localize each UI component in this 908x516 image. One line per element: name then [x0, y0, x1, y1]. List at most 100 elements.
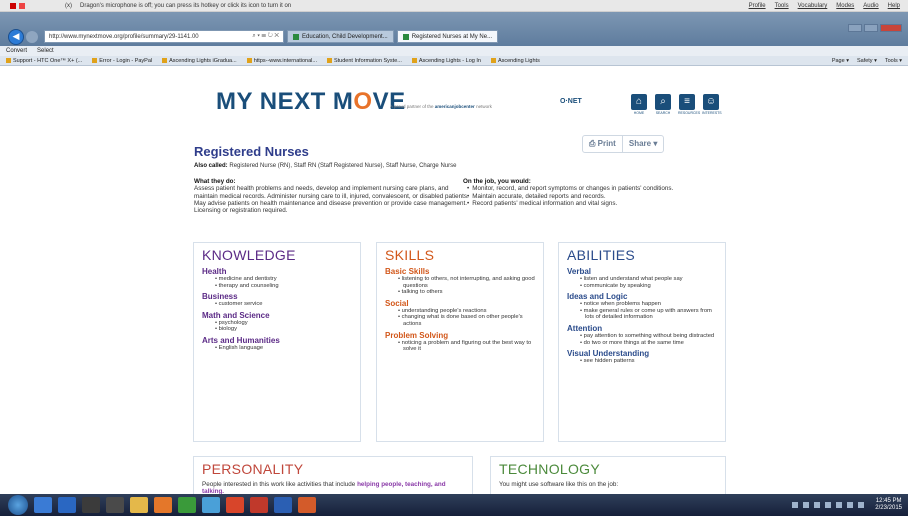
forward-button[interactable] [26, 30, 38, 43]
nav-resources[interactable]: ≡ RESOURCES [678, 94, 700, 115]
list-item: talking to others [397, 289, 535, 296]
volume-icon[interactable] [858, 502, 865, 508]
dragon-close[interactable]: (x) [65, 3, 72, 9]
dragon-menu-help[interactable]: Help [888, 3, 900, 9]
abilities-section-list: listen and understand what people saycom… [567, 276, 717, 289]
abilities-section-list: see hidden patterns [567, 358, 717, 365]
personality-text: People interested in this work like acti… [202, 481, 446, 494]
logo-arrow-o: O [353, 88, 373, 115]
start-button[interactable] [8, 495, 28, 515]
nav-search[interactable]: ⌕ SEARCH [654, 94, 672, 115]
skills-section-list: understanding people's reactionschanging… [385, 308, 535, 328]
personality-card: PERSONALITY People interested in this wo… [193, 456, 473, 494]
page-title: Registered Nurses [194, 144, 309, 159]
safety-menu[interactable]: Safety ▾ [857, 58, 877, 64]
tray-icon[interactable] [792, 502, 799, 508]
abilities-section-link[interactable]: Visual Understanding [567, 349, 717, 358]
nav-row: ◀ http://www.mynextmove.org/profile/summ… [0, 28, 908, 45]
dragon-menu-profile[interactable]: Profile [749, 3, 766, 9]
knowledge-heading: KNOWLEDGE [202, 247, 296, 263]
dragon-icon[interactable] [10, 2, 16, 9]
knowledge-card: KNOWLEDGE Healthmedicine and dentistryth… [193, 242, 361, 442]
acrobat-icon[interactable] [250, 497, 268, 513]
abilities-section-link[interactable]: Ideas and Logic [567, 292, 717, 301]
favorite-link[interactable]: Error - Login - PayPal [92, 58, 152, 64]
media-icon[interactable] [82, 497, 100, 513]
onet-logo[interactable]: O·NET [560, 98, 582, 105]
folder-icon[interactable] [130, 497, 148, 513]
skills-section-list: noticing a problem and figuring out the … [385, 340, 535, 353]
skills-section-link[interactable]: Social [385, 299, 535, 308]
dragon-menu-audio[interactable]: Audio [863, 3, 878, 9]
share-button[interactable]: Share ▾ [621, 136, 663, 152]
partner-note: A proud partner of the americanjobcenter… [390, 104, 492, 109]
favorite-link[interactable]: Ascending Lights - Log In [412, 58, 481, 64]
knowledge-section-link[interactable]: Math and Science [202, 311, 352, 320]
knowledge-section-link[interactable]: Health [202, 267, 352, 276]
tray-icon[interactable] [825, 502, 832, 508]
tray-icon[interactable] [814, 502, 821, 508]
tools-menu[interactable]: Tools ▾ [885, 58, 902, 64]
knowledge-section-link[interactable]: Arts and Humanities [202, 336, 352, 345]
knowledge-section-list: English language [202, 345, 352, 352]
what-they-do: What they do: Assess patient health prob… [194, 178, 469, 215]
address-bar[interactable]: http://www.mynextmove.org/profile/summar… [44, 30, 284, 43]
skills-section-list: listening to others, not interrupting, a… [385, 276, 535, 296]
abilities-section-link[interactable]: Attention [567, 324, 717, 333]
clock[interactable]: 12:45 PM 2/23/2015 [875, 498, 902, 512]
favorite-link[interactable]: Student Information Syste... [327, 58, 402, 64]
dragon-mic-icon[interactable] [19, 2, 25, 9]
outlook-icon[interactable] [34, 497, 52, 513]
address-controls[interactable]: ⌕ ▾ ☰ ↻ ✕ [252, 33, 283, 40]
favorite-link[interactable]: Support - HTC One™ X+ (... [6, 58, 82, 64]
list-item: do two or more things at the same time [579, 340, 717, 347]
nav-home[interactable]: ⌂ HOME [630, 94, 648, 115]
dragon-menu-vocabulary[interactable]: Vocabulary [798, 3, 828, 9]
site-logo[interactable]: MY NEXT MOVE [216, 88, 406, 116]
word-icon[interactable] [274, 497, 292, 513]
favorite-link[interactable]: https--www.international... [247, 58, 317, 64]
also-called: Also called: Registered Nurse (RN), Staf… [194, 163, 457, 169]
skills-heading: SKILLS [385, 247, 435, 263]
search-icon: ⌕ [655, 94, 671, 110]
list-item: medicine and dentistry [214, 276, 352, 283]
favorite-link[interactable]: Ascending Lights iGradua... [162, 58, 237, 64]
tray-icon[interactable] [803, 502, 810, 508]
favorite-link[interactable]: Ascending Lights [491, 58, 540, 64]
back-button[interactable]: ◀ [8, 28, 24, 45]
list-item: see hidden patterns [579, 358, 717, 365]
tab-label: Registered Nurses at My Ne... [411, 33, 493, 40]
nav-interests[interactable]: ☺ INTERESTS [702, 94, 722, 115]
tab-registered-nurses[interactable]: Registered Nurses at My Ne... [396, 30, 499, 43]
browser-chrome: ◀ http://www.mynextmove.org/profile/summ… [0, 12, 908, 66]
dragon-message: Dragon's microphone is off; you can pres… [80, 2, 292, 9]
page-menu[interactable]: Page ▾ [832, 58, 849, 64]
list-item: noticing a problem and figuring out the … [397, 340, 535, 353]
web-page: MY NEXT MOVE A proud partner of the amer… [0, 66, 908, 494]
list-item: changing what is done based on other peo… [397, 314, 535, 327]
convert-button[interactable]: Convert [6, 48, 27, 54]
knowledge-section-list: customer service [202, 301, 352, 308]
skills-section-link[interactable]: Problem Solving [385, 331, 535, 340]
knowledge-section-link[interactable]: Business [202, 292, 352, 301]
app-icon[interactable] [106, 497, 124, 513]
check-app-icon[interactable] [58, 497, 76, 513]
select-button[interactable]: Select [37, 48, 54, 54]
ie-icon[interactable] [202, 497, 220, 513]
dragon-menu-tools[interactable]: Tools [775, 3, 789, 9]
green-app-icon[interactable] [178, 497, 196, 513]
tray-icon[interactable] [836, 502, 843, 508]
powerpoint-icon[interactable] [298, 497, 316, 513]
tray-icon[interactable] [847, 502, 854, 508]
system-tray: 12:45 PM 2/23/2015 [792, 498, 908, 512]
abilities-section-link[interactable]: Verbal [567, 267, 717, 276]
chrome-icon[interactable] [226, 497, 244, 513]
tab-education[interactable]: Education, Child Development... [287, 30, 394, 43]
address-text: http://www.mynextmove.org/profile/summar… [49, 33, 199, 40]
list-item: biology [214, 326, 352, 333]
knowledge-section-list: psychologybiology [202, 320, 352, 333]
print-button[interactable]: ⎙ Print [583, 136, 622, 152]
skills-section-link[interactable]: Basic Skills [385, 267, 535, 276]
dragon-menu-modes[interactable]: Modes [836, 3, 854, 9]
office-icon[interactable] [154, 497, 172, 513]
